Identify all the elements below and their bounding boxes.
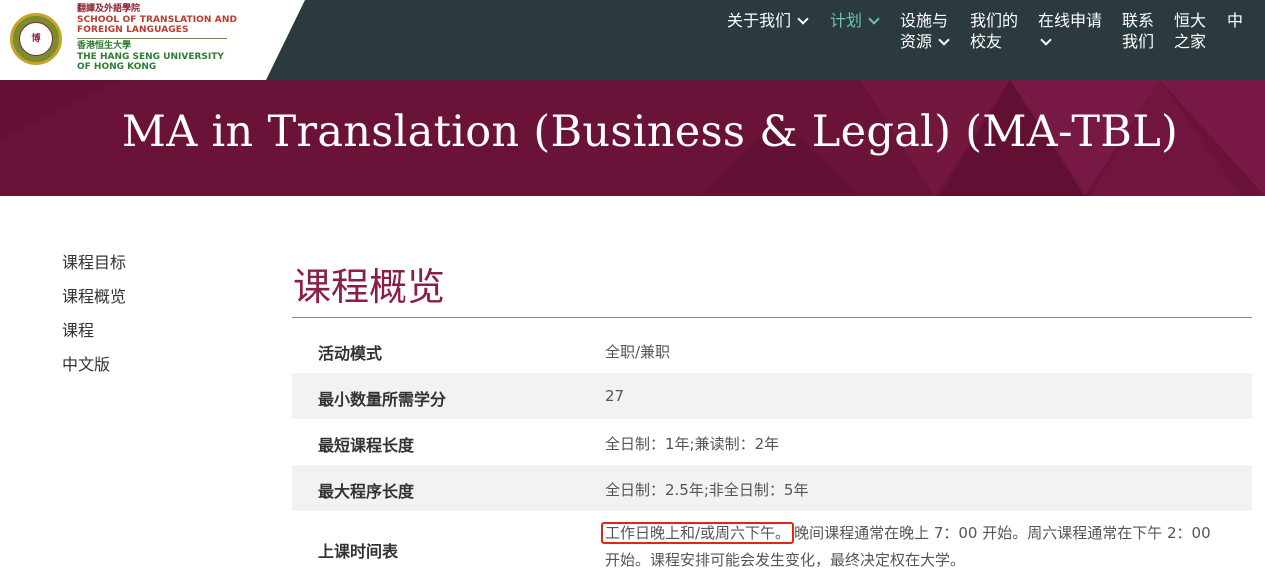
- logo-university-en-1: THE HANG SENG UNIVERSITY: [77, 52, 224, 62]
- row-label: 最短课程长度: [318, 436, 415, 455]
- row-value: 27: [605, 387, 625, 405]
- row-value: 工作日晚上和/或周六下午。 晚间课程通常在晚上 7：00 开始。周六课程通常在下午…: [601, 520, 1225, 574]
- nav-facilities[interactable]: 设施与 资源: [900, 10, 950, 52]
- chevron-down-icon: [868, 13, 880, 25]
- nav-hsu-home[interactable]: 恒大 之家: [1174, 10, 1206, 52]
- nav-label: 恒大: [1174, 11, 1207, 30]
- table-row: 最短课程长度 全日制：1年;兼读制：2年: [292, 419, 1252, 465]
- row-value: 全职/兼职: [605, 343, 671, 361]
- logo-university-en-2: OF HONG KONG: [77, 62, 157, 72]
- highlighted-text: 工作日晚上和/或周六下午。: [601, 522, 795, 544]
- chevron-down-icon: [938, 34, 950, 46]
- nav-label: 之家: [1174, 32, 1207, 51]
- table-row: 最大程序长度 全日制：2.5年;非全日制：5年: [292, 465, 1252, 511]
- nav-label: 设施与: [900, 11, 949, 30]
- page-banner: MA in Translation (Business & Legal) (MA…: [0, 80, 1265, 196]
- nav-apply-online[interactable]: 在线申请: [1038, 10, 1102, 52]
- sidebar-item-curriculum[interactable]: 课程: [62, 317, 94, 341]
- sidebar-item-objectives[interactable]: 课程目标: [62, 249, 126, 273]
- table-row: 活动模式 全职/兼职: [292, 327, 1252, 373]
- logo-school-zh: 翻譯及外語學院: [77, 4, 141, 14]
- nav-label: 我们: [1122, 32, 1155, 51]
- site-header: 博 翻譯及外語學院 SCHOOL OF TRANSLATION AND FORE…: [0, 0, 1265, 80]
- nav-label: 计划: [830, 11, 863, 30]
- nav-about-us[interactable]: 关于我们: [727, 10, 809, 31]
- chevron-down-icon: [797, 13, 809, 25]
- sidebar-item-chinese-version[interactable]: 中文版: [62, 351, 110, 375]
- university-emblem-icon: 博: [10, 13, 62, 65]
- table-row: 上课时间表 工作日晚上和/或周六下午。 晚间课程通常在晚上 7：00 开始。周六课…: [292, 511, 1252, 583]
- row-label: 最小数量所需学分: [318, 390, 447, 409]
- row-label: 最大程序长度: [318, 482, 415, 501]
- section-title: 课程概览: [293, 265, 446, 309]
- table-row: 最小数量所需学分 27: [292, 373, 1252, 419]
- nav-label: 校友: [970, 32, 1003, 51]
- row-label: 活动模式: [318, 344, 383, 363]
- nav-label: 联系: [1122, 11, 1155, 30]
- logo-school-en-1: SCHOOL OF TRANSLATION AND: [77, 15, 238, 25]
- sidebar-item-overview[interactable]: 课程概览: [62, 283, 126, 307]
- logo-text: 翻譯及外語學院 SCHOOL OF TRANSLATION AND FOREIG…: [77, 4, 247, 72]
- chevron-down-icon: [1040, 34, 1052, 46]
- logo-university-zh: 香港恒生大學: [77, 41, 132, 51]
- logo[interactable]: 博 翻譯及外語學院 SCHOOL OF TRANSLATION AND FORE…: [0, 0, 305, 80]
- divider: [292, 317, 1252, 318]
- page-title: MA in Translation (Business & Legal) (MA…: [121, 107, 1179, 157]
- nav-label: 关于我们: [727, 11, 792, 30]
- nav-label: 我们的: [970, 11, 1019, 30]
- row-value: 全日制：2.5年;非全日制：5年: [605, 481, 809, 499]
- nav-label: 资源: [900, 32, 933, 51]
- language-switch[interactable]: 中: [1227, 10, 1243, 31]
- logo-school-en-2: FOREIGN LANGUAGES: [77, 25, 189, 35]
- row-value: 全日制：1年;兼读制：2年: [605, 435, 780, 453]
- nav-contact-us[interactable]: 联系 我们: [1122, 10, 1154, 52]
- nav-label: 中: [1227, 11, 1244, 30]
- nav-alumni[interactable]: 我们的 校友: [970, 10, 1018, 52]
- nav-label: 在线申请: [1038, 11, 1103, 30]
- nav-programmes[interactable]: 计划: [830, 10, 880, 31]
- row-label: 上课时间表: [318, 542, 399, 561]
